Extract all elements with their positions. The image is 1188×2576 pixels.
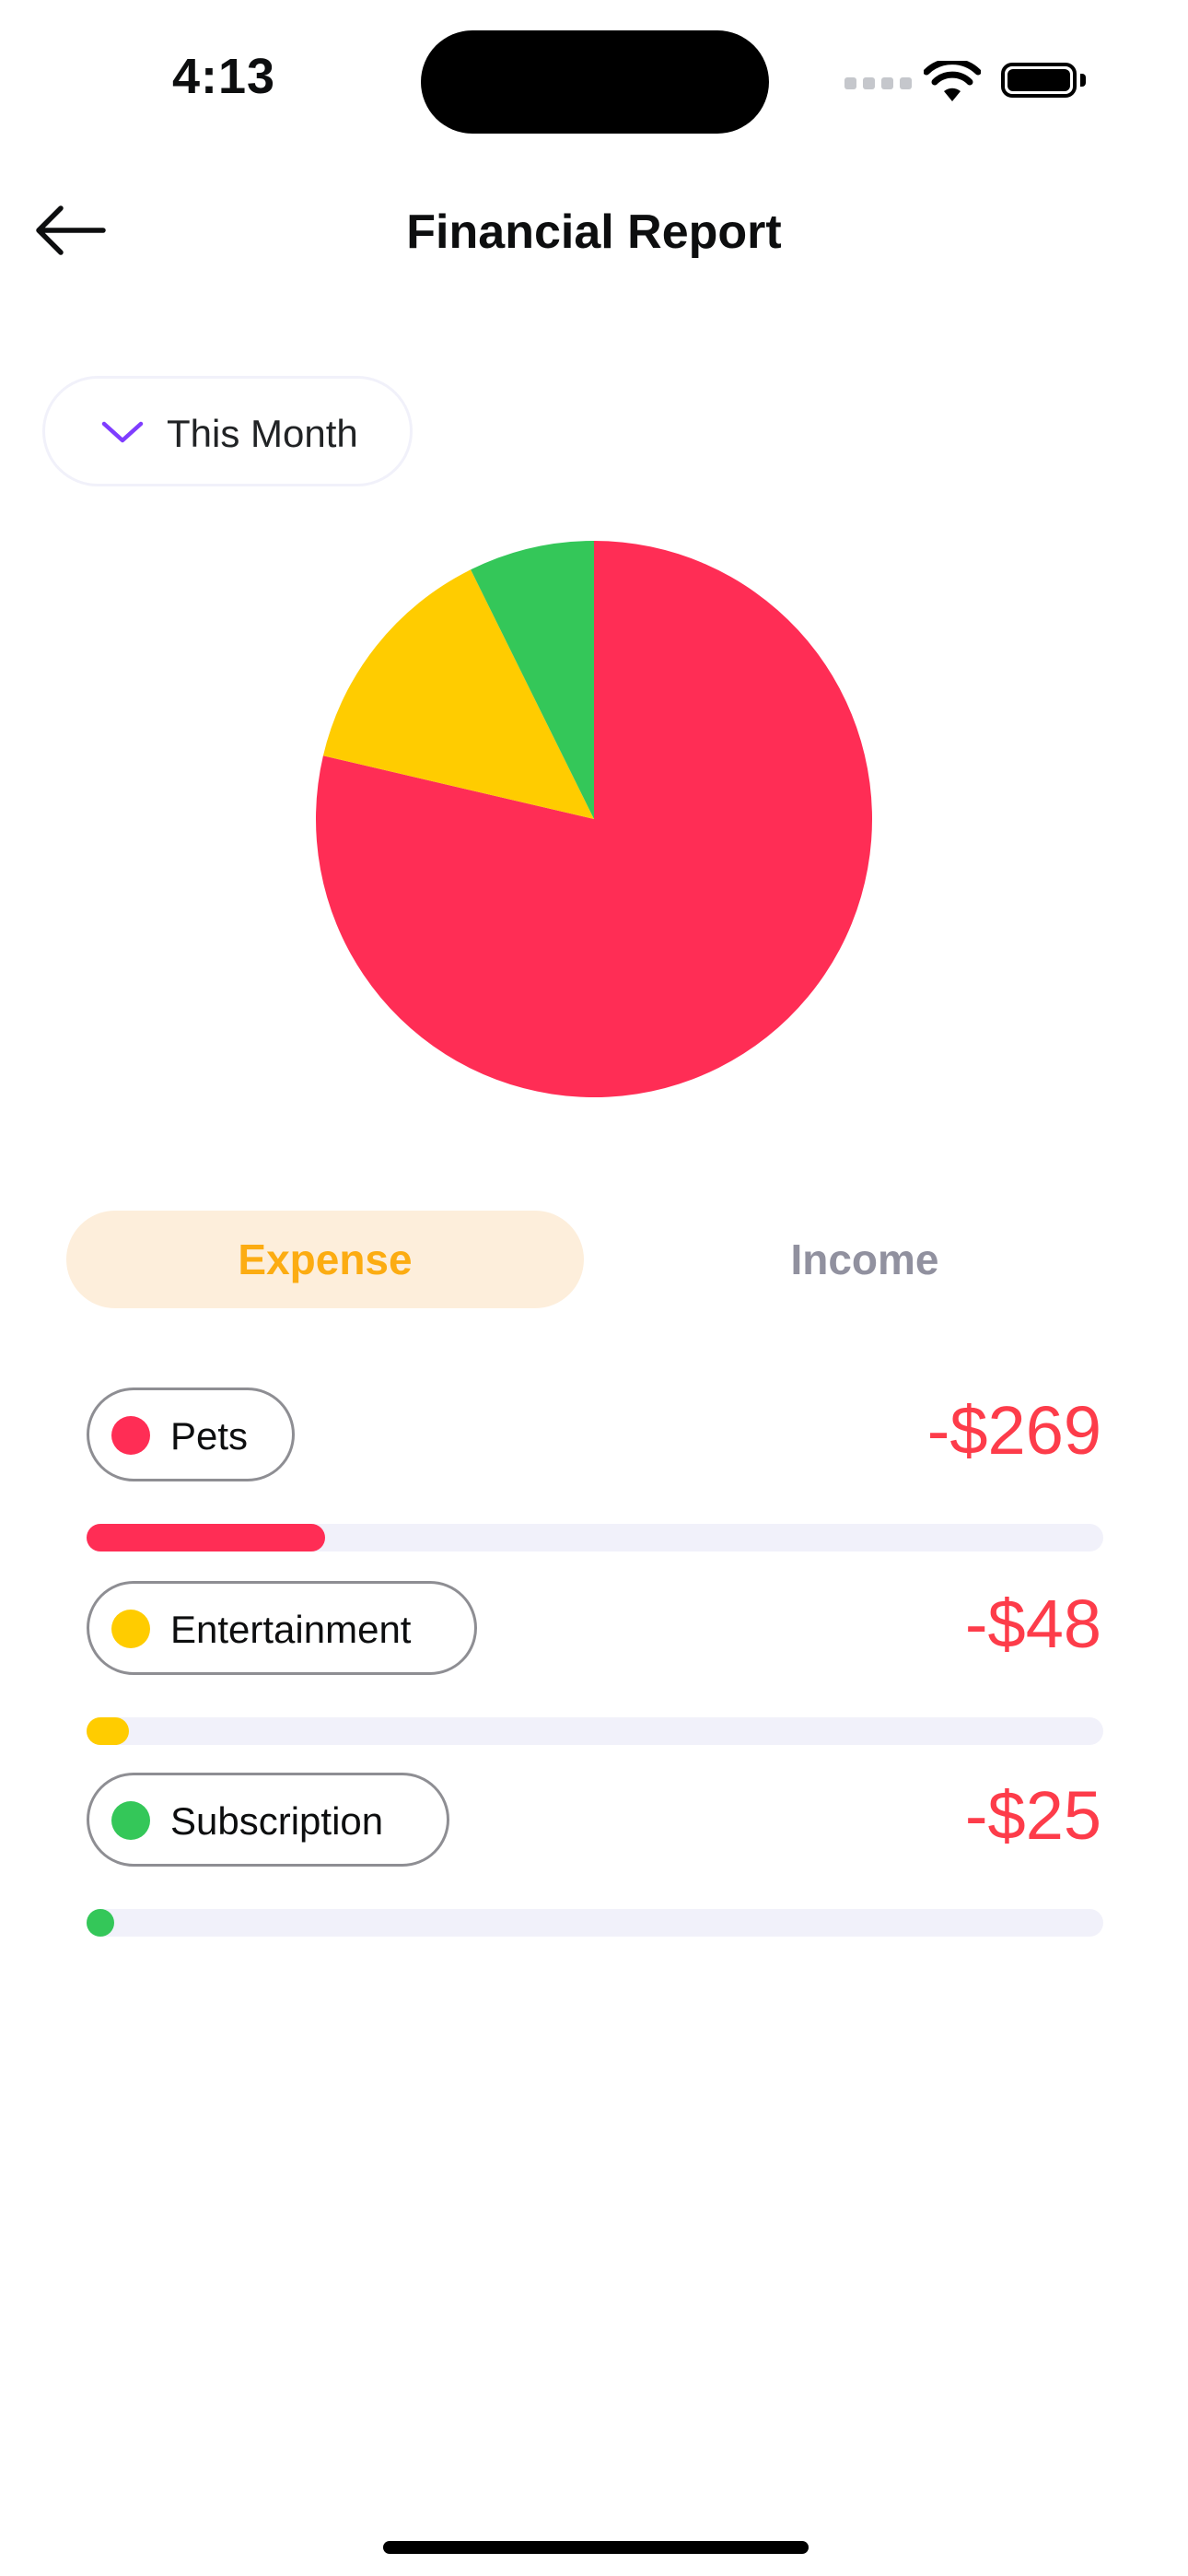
wifi-icon	[924, 61, 981, 101]
category-chip-subscription[interactable]: Subscription	[87, 1773, 449, 1867]
home-indicator	[383, 2541, 809, 2554]
progress-track	[87, 1717, 1103, 1745]
battery-cap	[1080, 74, 1086, 87]
progress-fill	[87, 1909, 114, 1937]
category-dot	[111, 1416, 150, 1455]
category-chip-entertainment[interactable]: Entertainment	[87, 1581, 477, 1675]
category-label: Pets	[170, 1414, 249, 1458]
category-label: Entertainment	[170, 1608, 412, 1651]
category-label: Subscription	[170, 1799, 384, 1843]
progress-track	[87, 1909, 1103, 1937]
expense-pie-chart	[315, 541, 872, 1097]
progress-fill	[87, 1717, 129, 1745]
period-dropdown[interactable]: This Month	[42, 376, 413, 486]
dynamic-island	[421, 30, 769, 134]
category-chip-pets[interactable]: Pets	[87, 1388, 295, 1481]
status-time: 4:13	[171, 49, 276, 104]
category-dot	[111, 1801, 150, 1840]
progress-fill	[87, 1524, 325, 1551]
category-dot	[111, 1610, 150, 1648]
category-amount: -$48	[964, 1586, 1101, 1662]
chevron-down-icon	[101, 421, 144, 443]
battery-icon	[1001, 63, 1077, 98]
progress-track	[87, 1524, 1103, 1551]
page-title: Financial Report	[406, 205, 782, 259]
category-amount: -$269	[926, 1392, 1101, 1469]
period-label: This Month	[167, 412, 358, 455]
tab-expense[interactable]: Expense	[66, 1211, 584, 1308]
category-amount: -$25	[964, 1777, 1101, 1854]
tab-income[interactable]: Income	[606, 1211, 1124, 1308]
